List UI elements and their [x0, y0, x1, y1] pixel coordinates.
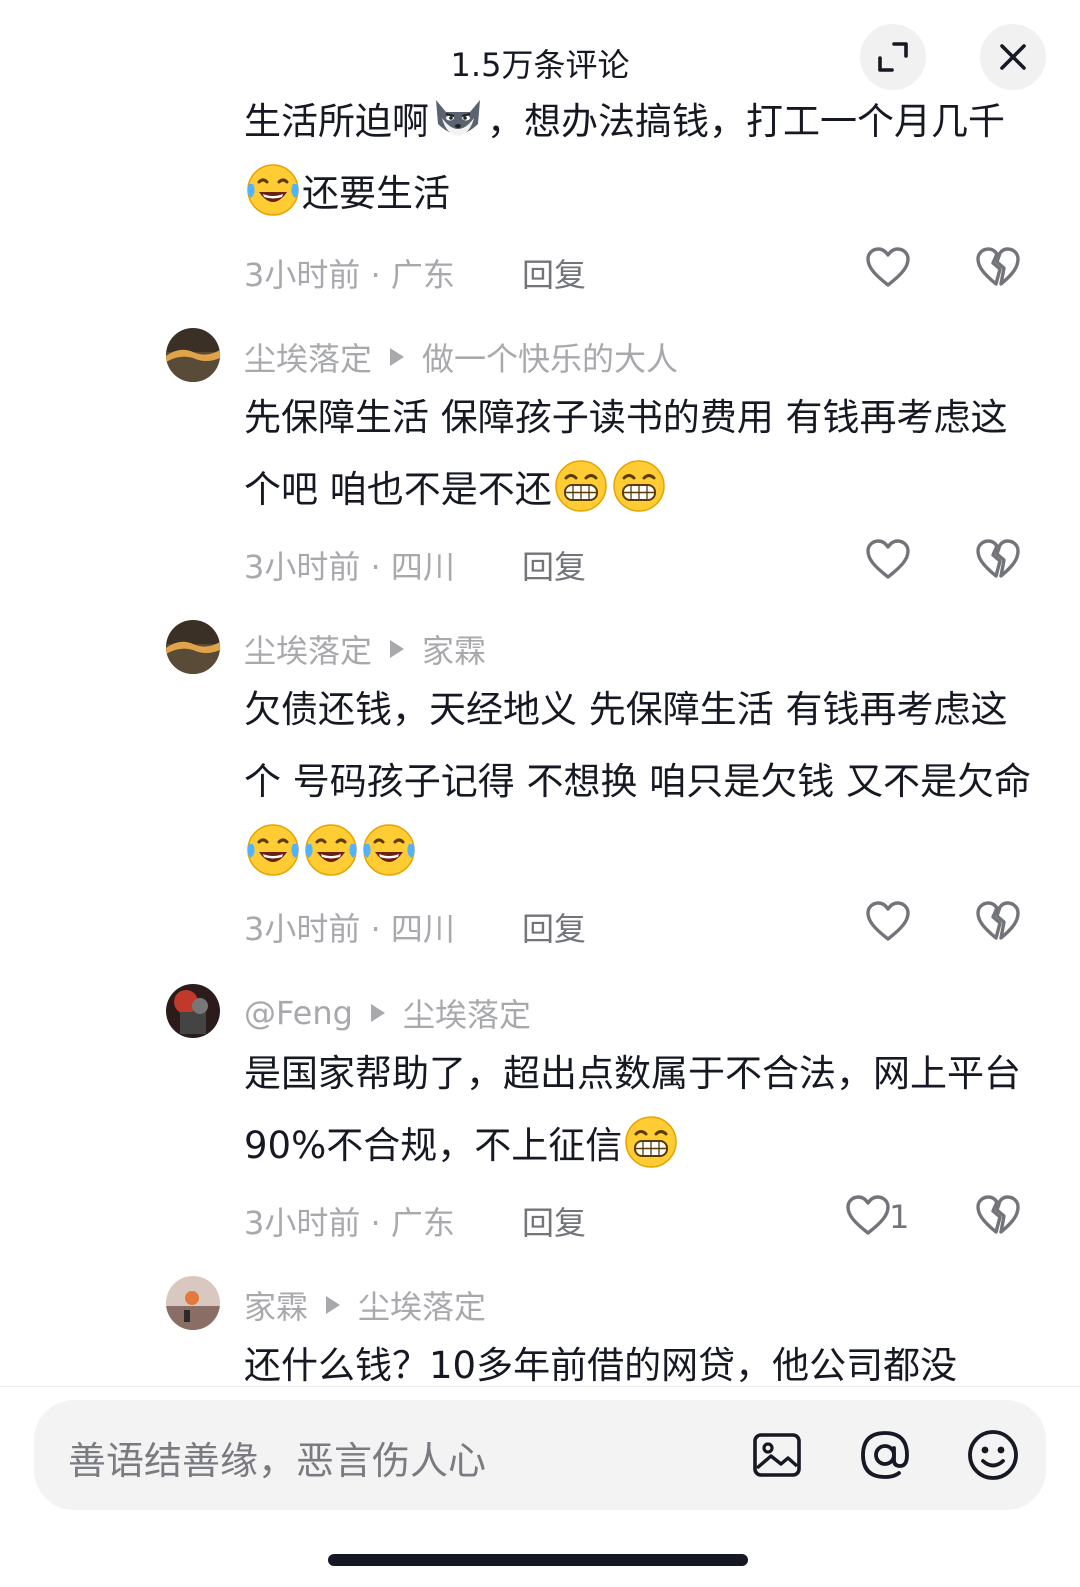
comment-input-placeholder[interactable]: 善语结善缘，恶言伤人心 — [68, 1430, 486, 1485]
laughing-crying-emoji — [245, 162, 301, 218]
like-heart-icon[interactable] — [864, 244, 912, 292]
avatar-image — [166, 328, 220, 382]
laughing-crying-emoji — [245, 822, 301, 878]
close-button[interactable] — [980, 24, 1046, 90]
avatar[interactable] — [166, 620, 220, 674]
comment-item: 尘埃落定 做一个快乐的大人 先保障生活 保障孩子读书的费用 有钱再考虑这个吧 咱… — [0, 324, 1080, 586]
reply-button[interactable]: 回复 — [522, 904, 586, 950]
comment-footer: 3小时前 · 广东 回复 1 — [244, 1192, 1044, 1242]
dislike-broken-heart-icon[interactable] — [974, 536, 1022, 584]
reply-button[interactable]: 回复 — [522, 250, 586, 296]
home-indicator[interactable] — [328, 1554, 748, 1566]
comment-list[interactable]: 生活所迫啊 ，想办法搞钱，打工一个月几千还要生活 3小时前 · 广东 回复 尘埃落… — [0, 96, 1080, 1386]
comment-footer: 3小时前 · 广东 回复 — [244, 244, 1044, 294]
close-icon — [1000, 44, 1026, 70]
comment-author-line: @Feng 尘埃落定 — [244, 990, 531, 1036]
comment-input-bar[interactable]: 善语结善缘，恶言伤人心 — [34, 1400, 1046, 1510]
comments-header: 1.5万条评论 — [0, 0, 1080, 96]
dislike-broken-heart-icon[interactable] — [974, 898, 1022, 946]
input-divider — [0, 1386, 1080, 1387]
comment-item: 尘埃落定 家霖 欠债还钱，天经地义 先保障生活 有钱再考虑这个 号码孩子记得 不… — [0, 616, 1080, 948]
expand-button[interactable] — [860, 24, 926, 90]
avatar[interactable] — [166, 984, 220, 1038]
avatar-image — [166, 984, 220, 1038]
comment-text: 欠债还钱，天经地义 先保障生活 有钱再考虑这个 号码孩子记得 不想换 咱只是欠钱… — [244, 674, 1034, 890]
time-location: 3小时前 · 广东 — [244, 1204, 455, 1242]
comment-author-line: 尘埃落定 家霖 — [244, 626, 486, 672]
avatar-image — [166, 620, 220, 674]
comment-text: 是国家帮助了，超出点数属于不合法，网上平台90%不合规，不上征信 — [244, 1038, 1034, 1182]
at-icon[interactable] — [854, 1424, 916, 1486]
time-location: 3小时前 · 四川 — [244, 910, 455, 948]
reply-to-name[interactable]: 尘埃落定 — [403, 990, 531, 1036]
comment-item: 生活所迫啊 ，想办法搞钱，打工一个月几千还要生活 3小时前 · 广东 回复 — [0, 96, 1080, 306]
grin-emoji — [623, 1114, 679, 1170]
comment-item: 家霖 尘埃落定 还什么钱？10多年前借的网贷，他公司都没 — [0, 1272, 1080, 1386]
comment-item: @Feng 尘埃落定 是国家帮助了，超出点数属于不合法，网上平台90%不合规，不… — [0, 980, 1080, 1242]
reply-to-name[interactable]: 做一个快乐的大人 — [422, 334, 678, 380]
like-heart-icon[interactable] — [844, 1192, 892, 1240]
comment-footer: 3小时前 · 四川 回复 — [244, 898, 1044, 948]
grin-emoji — [611, 458, 667, 514]
reply-arrow-icon — [326, 1296, 341, 1314]
like-heart-icon[interactable] — [864, 898, 912, 946]
comment-text: 还什么钱？10多年前借的网贷，他公司都没 — [244, 1344, 958, 1386]
reply-arrow-icon — [390, 640, 405, 658]
emoji-icon[interactable] — [962, 1424, 1024, 1486]
time-location: 3小时前 · 四川 — [244, 548, 455, 586]
reply-button[interactable]: 回复 — [522, 1198, 586, 1244]
comment-author-line: 尘埃落定 做一个快乐的大人 — [244, 334, 678, 380]
avatar-image — [166, 1276, 220, 1330]
reply-to-name[interactable]: 尘埃落定 — [358, 1282, 486, 1328]
reply-to-name[interactable]: 家霖 — [422, 626, 486, 672]
comment-text: 先保障生活 保障孩子读书的费用 有钱再考虑这个吧 咱也不是不还 — [244, 382, 1034, 526]
fox-emoji — [430, 96, 486, 146]
comment-footer: 3小时前 · 四川 回复 — [244, 536, 1044, 586]
avatar[interactable] — [166, 1276, 220, 1330]
time-location: 3小时前 · 广东 — [244, 256, 455, 294]
author-name[interactable]: @Feng — [244, 994, 353, 1032]
image-icon[interactable] — [746, 1424, 808, 1486]
reply-button[interactable]: 回复 — [522, 542, 586, 588]
dislike-broken-heart-icon[interactable] — [974, 1192, 1022, 1240]
laughing-crying-emoji — [361, 822, 417, 878]
dislike-broken-heart-icon[interactable] — [974, 244, 1022, 292]
reply-arrow-icon — [390, 348, 405, 366]
laughing-crying-emoji — [303, 822, 359, 878]
author-name[interactable]: 尘埃落定 — [244, 626, 372, 672]
reply-arrow-icon — [370, 1004, 385, 1022]
expand-icon — [878, 42, 908, 72]
comment-text: 生活所迫啊 ，想办法搞钱，打工一个月几千还要生活 — [244, 96, 1034, 230]
like-count: 1 — [889, 1198, 910, 1236]
avatar[interactable] — [166, 328, 220, 382]
like-heart-icon[interactable] — [864, 536, 912, 584]
grin-emoji — [553, 458, 609, 514]
comment-author-line: 家霖 尘埃落定 — [244, 1282, 486, 1328]
author-name[interactable]: 家霖 — [244, 1282, 308, 1328]
author-name[interactable]: 尘埃落定 — [244, 334, 372, 380]
